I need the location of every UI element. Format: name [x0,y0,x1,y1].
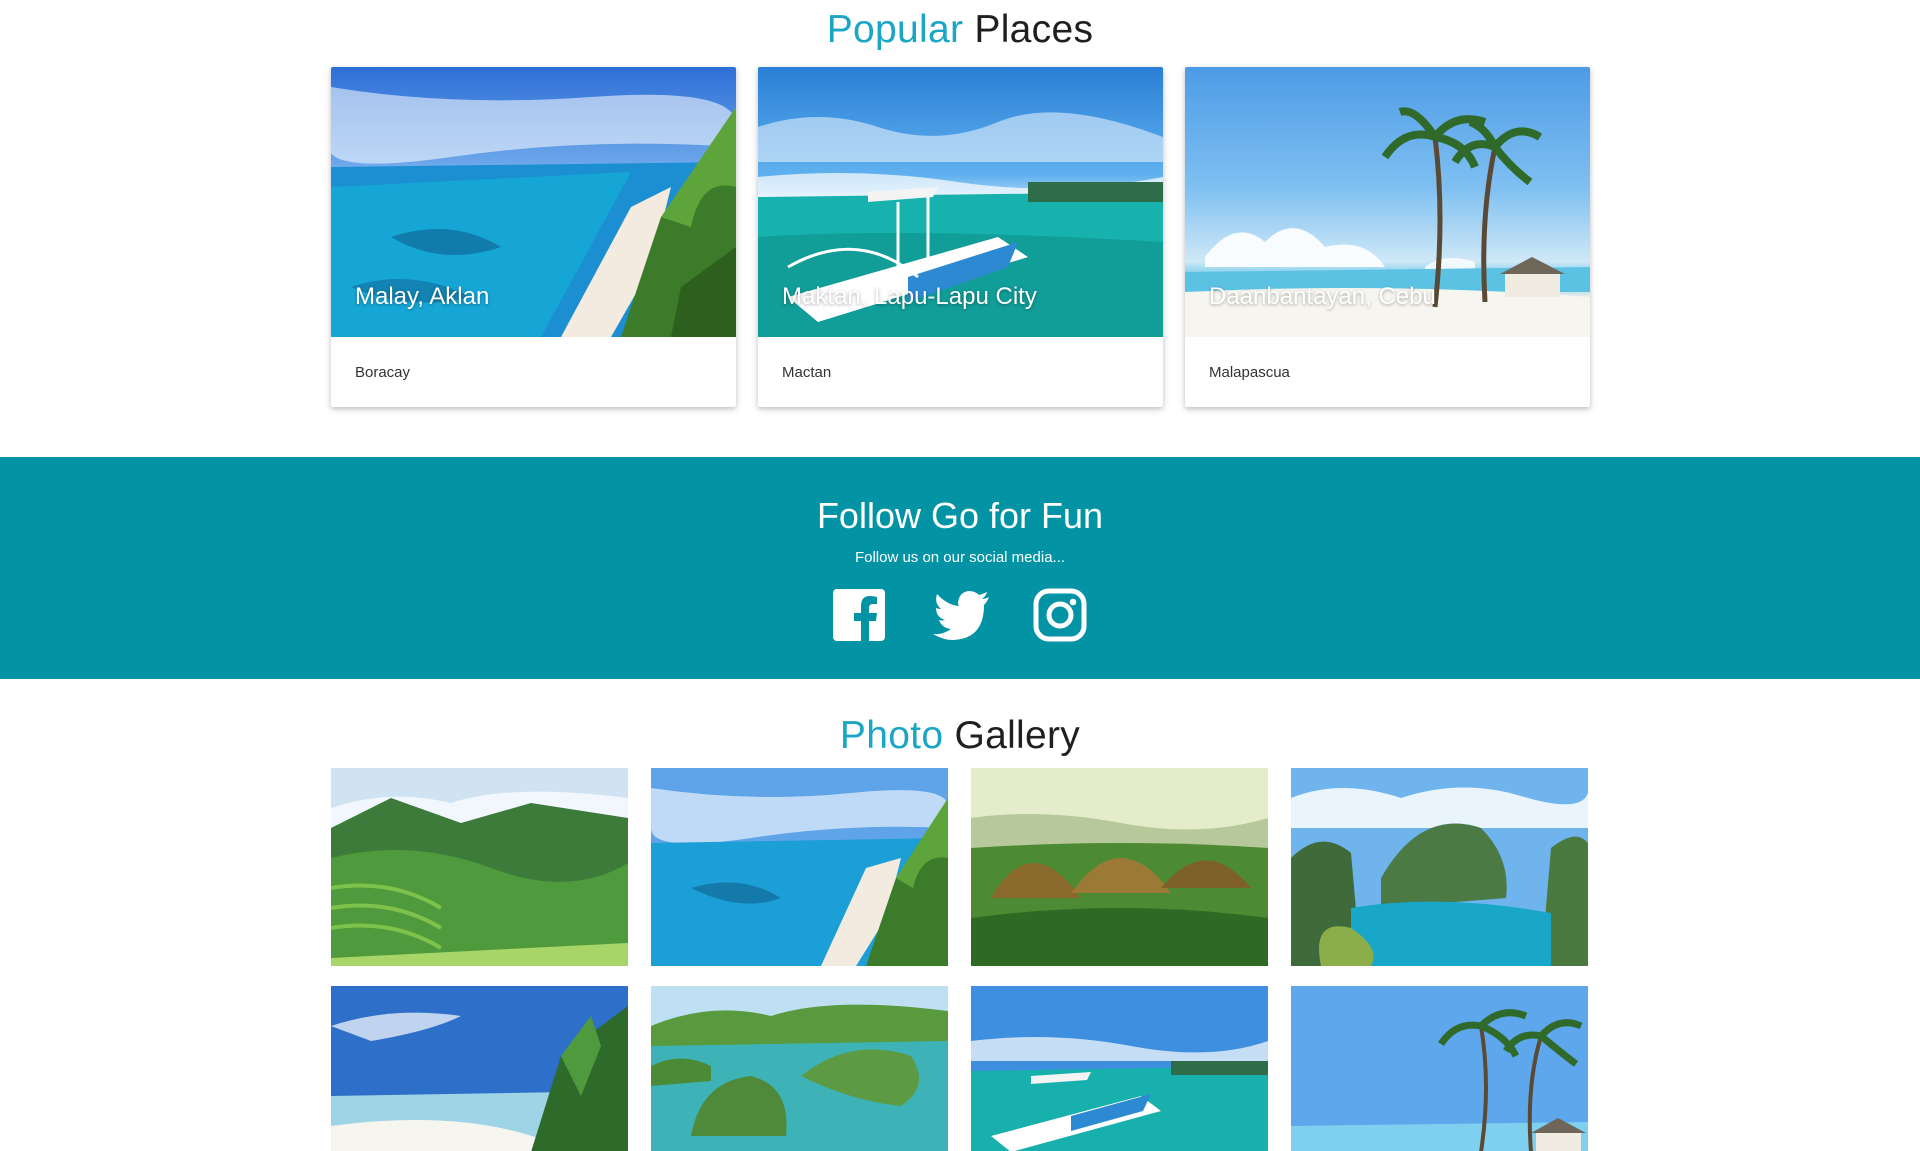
place-card-mactan[interactable]: Maktan, Lapu-Lapu City Mactan [758,67,1163,407]
card-caption: Malapascua [1209,364,1290,381]
gallery-photo-chocolate-hills[interactable] [971,768,1268,966]
card-image-malapascua: Daanbantayan, Cebu [1185,67,1590,337]
gallery-photo-beach[interactable] [331,986,628,1151]
twitter-icon[interactable] [931,587,989,643]
follow-title: Follow Go for Fun [816,495,1104,536]
card-caption: Mactan [782,364,832,381]
popular-title-accent: Popular [826,8,964,51]
place-card-malapascua[interactable]: Daanbantayan, Cebu Malapascua [1185,67,1590,407]
place-card-boracay[interactable]: Malay, Aklan Boracay [331,67,736,407]
gallery-title-rest: Gallery [954,714,1081,757]
gallery-title-accent: Photo [839,714,944,757]
card-image-mactan: Maktan, Lapu-Lapu City [758,67,1163,337]
popular-places-title: Popular Places [0,8,1920,52]
follow-subtitle: Follow us on our social media... [854,549,1066,566]
card-image-label: Maktan, Lapu-Lapu City [782,283,1037,310]
gallery-photo-boracay[interactable] [651,768,948,966]
card-image-label: Malay, Aklan [355,283,490,310]
follow-section: Follow Go for Fun Follow us on our socia… [0,457,1920,679]
card-caption: Boracay [355,364,411,381]
instagram-icon[interactable] [1032,587,1088,643]
popular-title-rest: Places [974,8,1094,51]
gallery-photo-mactan[interactable] [971,986,1268,1151]
gallery-photo-coron[interactable] [1291,768,1588,966]
photo-gallery-title: Photo Gallery [0,714,1920,758]
card-image-label: Daanbantayan, Cebu [1209,283,1436,310]
gallery-photo-islands[interactable] [651,986,948,1151]
gallery-photo-rice-terraces[interactable] [331,768,628,966]
gallery-photo-malapascua[interactable] [1291,986,1588,1151]
facebook-icon[interactable] [831,587,887,643]
card-image-boracay: Malay, Aklan [331,67,736,337]
